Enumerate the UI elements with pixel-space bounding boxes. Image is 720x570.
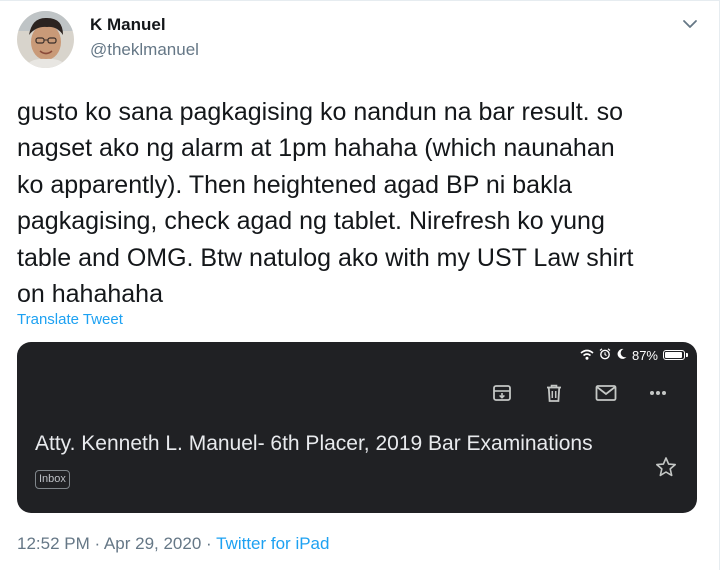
top-divider — [0, 0, 720, 1]
battery-icon — [663, 350, 688, 360]
email-toolbar — [491, 382, 681, 404]
more-icon[interactable] — [647, 382, 669, 404]
tweet-text: gusto ko sana pagkagising ko nandun na b… — [17, 98, 634, 309]
tweet-source-link[interactable]: Twitter for iPad — [216, 534, 329, 553]
inbox-label-badge: Inbox — [35, 470, 70, 489]
archive-icon[interactable] — [491, 382, 513, 404]
author-handle[interactable]: @theklmanuel — [90, 40, 199, 60]
tweet-metadata: 12:52 PM · Apr 29, 2020 · Twitter for iP… — [17, 534, 329, 554]
mark-unread-icon[interactable] — [595, 382, 617, 404]
tweet-timestamp[interactable]: 12:52 PM · Apr 29, 2020 · — [17, 534, 216, 553]
avatar-image — [17, 11, 74, 68]
battery-percent: 87% — [631, 347, 658, 363]
translate-tweet-link[interactable]: Translate Tweet — [17, 311, 123, 328]
chevron-down-icon[interactable] — [680, 16, 700, 32]
status-bar: 87% — [580, 345, 688, 365]
moon-icon — [616, 348, 627, 363]
delete-icon[interactable] — [543, 382, 565, 404]
user-avatar[interactable] — [17, 11, 74, 68]
tweet-media-screenshot[interactable]: 87% Atty. Kenneth L. Manuel- 6th Placer,… — [17, 342, 697, 513]
alarm-icon — [599, 347, 611, 363]
email-subject: Atty. Kenneth L. Manuel- 6th Placer, 201… — [35, 432, 593, 455]
wifi-icon — [580, 348, 594, 363]
author-display-name[interactable]: K Manuel — [90, 15, 166, 35]
star-icon[interactable] — [655, 456, 677, 478]
